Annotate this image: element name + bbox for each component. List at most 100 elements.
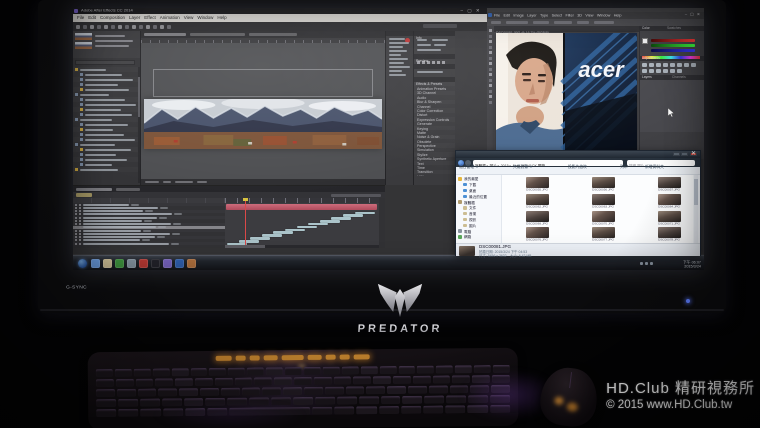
taskbar-icon-dark-app[interactable] [151, 258, 160, 268]
ae-menu-item[interactable]: View [184, 15, 194, 20]
ae-menu-item[interactable]: Edit [88, 15, 96, 20]
panel-title-bar[interactable] [386, 31, 413, 36]
timeline-layer-list[interactable] [73, 203, 225, 245]
ae-menu-item[interactable]: File [77, 15, 84, 20]
ps-options-bar[interactable] [487, 19, 704, 26]
close-button[interactable]: ✕ [690, 151, 697, 157]
taskbar-icon-photoshop[interactable] [175, 258, 184, 268]
ps-menu-item[interactable]: Select [552, 13, 563, 17]
ps-tool-icon[interactable] [489, 89, 492, 93]
taskbar-icon-after-effects[interactable] [163, 258, 172, 268]
ps-tool-icon[interactable] [489, 100, 492, 104]
ae-menu-item[interactable]: Window [197, 15, 213, 20]
ps-tool-icon[interactable] [489, 95, 492, 98]
tray-clock[interactable]: 下午 06:07 2015/3/24 [658, 260, 701, 268]
toolbar-button[interactable]: 新增資料夾 [645, 164, 664, 169]
timeline-layer-row[interactable] [73, 242, 225, 245]
file-thumbnail-cell[interactable]: DSC00076.JPG [505, 227, 569, 243]
ps-menu-item[interactable]: Edit [503, 13, 510, 17]
ae-tool-icon[interactable] [125, 24, 129, 29]
ae-tool-icon[interactable] [104, 24, 108, 29]
ae-window-buttons[interactable]: ‒ ▢ ✕ [460, 8, 481, 14]
file-thumbnail-cell[interactable]: DSC00062.JPG [505, 193, 569, 210]
timeline-track-area[interactable] [225, 198, 379, 245]
ps-menu-item[interactable]: Type [540, 13, 548, 17]
taskbar-icon-explorer[interactable] [103, 258, 112, 268]
ps-tool-icon[interactable] [489, 45, 492, 49]
red-slider[interactable] [651, 39, 695, 42]
ps-menu-item[interactable]: 3D [577, 13, 582, 17]
ps-tool-icon[interactable] [489, 34, 492, 38]
nav-item[interactable]: 網路 [456, 234, 501, 240]
address-bar[interactable]: 媒體櫃 ▸ 圖片 ▸ 2015 ▸ Acer XR341CK 開箱 [473, 159, 623, 166]
ps-menu-item[interactable]: Filter [565, 13, 573, 17]
maximize-button[interactable] [681, 152, 688, 156]
composition-work-area-bar[interactable] [226, 204, 377, 210]
ae-tool-icon[interactable] [76, 24, 80, 29]
ps-menu-item[interactable]: View [585, 13, 593, 17]
ae-tool-icon[interactable] [97, 24, 101, 29]
current-timecode[interactable] [76, 193, 92, 197]
adjustment-icon[interactable] [649, 63, 654, 67]
ae-tool-icon[interactable] [139, 24, 143, 29]
timeline-horizontal-scrollbar[interactable] [225, 245, 379, 248]
toolbar-button[interactable]: 投影片放映 [568, 164, 587, 169]
file-thumbnail-cell[interactable]: DSC00057.JPG [637, 177, 693, 193]
ps-tool-icon[interactable] [489, 67, 492, 71]
taskbar-icon-window-app[interactable] [127, 258, 136, 268]
timeline-ruler[interactable] [225, 198, 379, 203]
ae-menu-item[interactable]: Help [217, 15, 226, 20]
ps-tool-icon[interactable] [489, 40, 492, 43]
adjustment-icon[interactable] [642, 69, 647, 73]
adjustment-icon[interactable] [642, 63, 647, 67]
file-thumbnail-cell[interactable]: DSC00078.JPG [637, 227, 693, 243]
adjustment-icon[interactable] [684, 63, 689, 67]
adjustment-icon[interactable] [656, 69, 661, 73]
ps-menu-item[interactable]: Layer [527, 13, 536, 17]
adjustment-icon[interactable] [691, 63, 696, 67]
ae-menu-item[interactable]: Animation [160, 15, 180, 20]
file-thumbnail-cell[interactable]: DSC00064.JPG [637, 193, 693, 210]
explorer-scrollbar[interactable] [694, 175, 698, 243]
layer-duration-bar[interactable] [296, 225, 317, 229]
composition-tab[interactable] [144, 33, 186, 36]
taskbar-icon-start[interactable] [78, 258, 87, 268]
file-thumbnail-cell[interactable]: DSC00071.JPG [637, 210, 693, 227]
ps-tool-strip[interactable] [487, 26, 494, 159]
toolbar-button[interactable]: 列印 [620, 164, 628, 169]
ae-menu-item[interactable]: Composition [100, 15, 125, 20]
adjustment-icon[interactable] [663, 69, 668, 73]
foreground-color-swatch[interactable] [642, 38, 648, 44]
ps-menu-item[interactable]: Help [614, 13, 622, 17]
ps-tool-icon[interactable] [489, 84, 492, 87]
effects-presets-list[interactable]: Animation Presets 3D Channel Audio Blur & S… [414, 82, 455, 176]
project-item-tree[interactable] [73, 67, 139, 183]
viewer-tabs[interactable] [141, 31, 385, 38]
green-slider[interactable] [651, 44, 695, 47]
ae-tool-icon[interactable] [83, 24, 87, 29]
project-item-row[interactable] [73, 167, 139, 172]
ps-tool-icon[interactable] [489, 29, 492, 32]
taskbar-icon-browser[interactable] [91, 258, 100, 268]
adjustment-icon[interactable] [670, 69, 675, 73]
timeline-toolbar-icons[interactable] [331, 194, 381, 197]
ps-tool-icon[interactable] [489, 62, 492, 65]
tray-icon[interactable] [644, 262, 648, 265]
file-thumbnail-cell[interactable]: DSC00063.JPG [571, 193, 635, 210]
explorer-title-bar[interactable]: ✕ [456, 151, 700, 158]
ps-menu-item[interactable]: File [494, 13, 500, 17]
composition-canvas[interactable] [141, 43, 385, 179]
minimize-button[interactable] [673, 152, 680, 156]
ps-menu-item[interactable]: Image [513, 13, 524, 17]
tray-icon[interactable] [649, 262, 653, 265]
ae-tool-icon[interactable] [132, 24, 136, 29]
ps-window-buttons[interactable]: ‒ ▢ ✕ [685, 12, 701, 17]
adjustment-icon[interactable] [677, 63, 682, 67]
ae-menu-item[interactable]: Effect [144, 15, 155, 20]
adjustment-icon[interactable] [677, 69, 682, 73]
file-thumbnail-cell[interactable]: DSC00056.JPG [571, 177, 635, 193]
ae-workspace-selector[interactable] [423, 24, 457, 28]
taskbar-icon-green-app[interactable] [115, 258, 124, 268]
ps-menu-item[interactable]: Window [597, 13, 610, 17]
toolbar-button[interactable]: 組合管理 ▼ [459, 164, 479, 169]
